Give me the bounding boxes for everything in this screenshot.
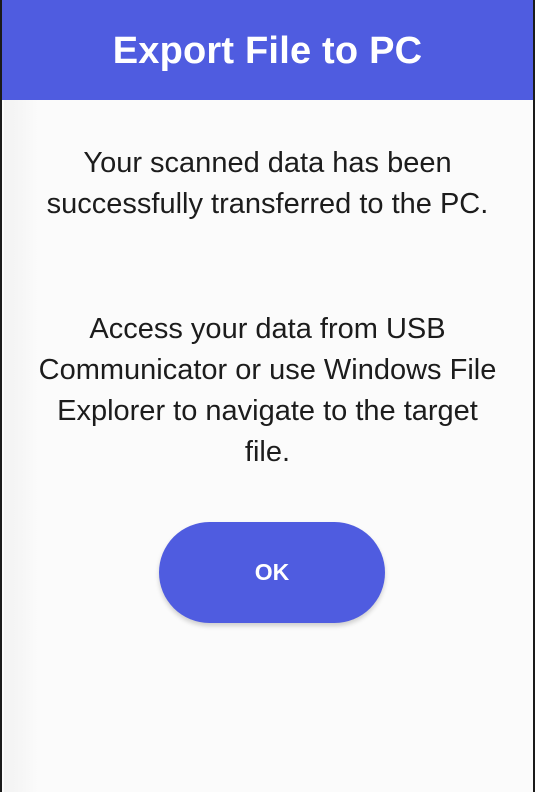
ok-button[interactable]: OK — [159, 522, 385, 623]
side-shadow — [4, 100, 38, 792]
success-message: Your scanned data has been successfully … — [46, 147, 489, 220]
title-bar: Export File to PC — [2, 0, 533, 100]
instructions-message: Access your data from USB Communicator o… — [38, 313, 497, 468]
export-dialog-screen: Export File to PC Your scanned data has … — [0, 0, 535, 792]
page-title: Export File to PC — [112, 29, 423, 72]
